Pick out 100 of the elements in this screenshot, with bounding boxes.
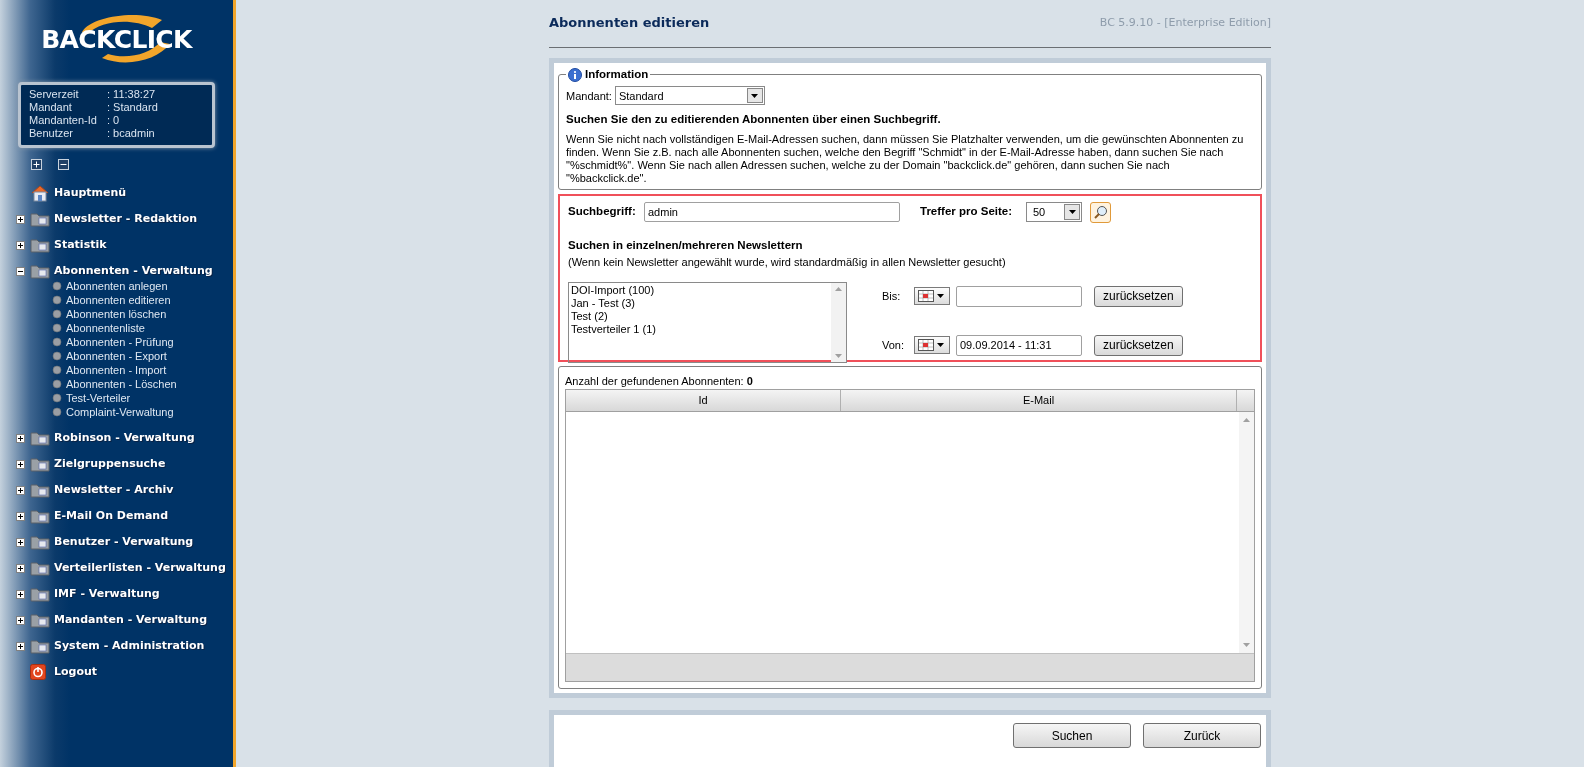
expand-icon[interactable] <box>16 537 25 547</box>
expand-icon[interactable] <box>16 511 25 521</box>
field-label: Von: <box>882 338 906 353</box>
per-page-select[interactable]: 50 <box>1026 202 1082 222</box>
expand-icon[interactable] <box>16 589 25 599</box>
menu-item[interactable]: Newsletter - Redaktion <box>54 210 198 228</box>
menu-item[interactable]: E-Mail On Demand <box>54 507 168 525</box>
bullet-icon <box>52 281 62 291</box>
info-label: Mandanten-Id <box>29 114 98 127</box>
search-field[interactable]: admin <box>644 202 900 222</box>
dropdown-button[interactable] <box>746 88 763 104</box>
newsletter-list[interactable]: DOI-Import (100) Jan - Test (3) Test (2) Testverteiler 1 (1) <box>568 282 847 364</box>
folder-icon <box>30 612 50 628</box>
legend-text: Information <box>585 67 649 82</box>
newsletter-hint: (Wenn kein Newsletter angewählt wurde, wird standardmäßig in allen Newsletter gesucht) <box>568 254 1007 270</box>
menu-item[interactable]: Hauptmenü <box>54 184 127 202</box>
menu-item[interactable]: Zielgruppensuche <box>54 455 166 473</box>
expand-icon[interactable] <box>16 615 25 625</box>
logo: BACKCLICK <box>31 10 202 70</box>
menu-item[interactable]: Verteilerlisten - Verwaltung <box>54 559 226 577</box>
info-icon <box>568 67 582 82</box>
bullet-icon <box>52 379 62 389</box>
folder-icon <box>30 211 50 227</box>
menu-item[interactable]: Mandanten - Verwaltung <box>54 611 208 629</box>
folder-icon <box>30 560 50 576</box>
search-icon <box>1093 204 1108 220</box>
caret-icon <box>750 92 760 99</box>
menu-item[interactable]: Statistik <box>54 236 107 254</box>
menu-item[interactable]: IMF - Verwaltung <box>54 585 160 603</box>
column-header[interactable]: E-Mail <box>841 390 1237 411</box>
calendar-icon <box>918 339 934 352</box>
bullet-icon <box>52 393 62 403</box>
folder-icon <box>30 482 50 498</box>
action-button[interactable]: Zurück <box>1143 723 1261 748</box>
bullet-icon <box>52 407 62 417</box>
collapse-all-icon[interactable] <box>58 158 69 170</box>
folder-icon <box>30 638 50 654</box>
info-label: Mandant <box>29 101 73 114</box>
caret-icon <box>1067 209 1077 215</box>
list-option[interactable]: Jan - Test (3) <box>571 297 831 311</box>
expand-icon[interactable] <box>16 214 25 224</box>
result-count: Anzahl der gefundenen Abonnenten: 0 <box>565 373 754 389</box>
expand-icon[interactable] <box>16 563 25 573</box>
reset-button[interactable]: zurücksetzen <box>1094 334 1183 356</box>
version-text: BC 5.9.10 - [Enterprise Edition] <box>1099 15 1271 31</box>
field-label: Mandant: <box>566 88 612 104</box>
reset-button[interactable]: zurücksetzen <box>1094 285 1183 307</box>
folder-icon <box>30 586 50 602</box>
bullet-icon <box>52 323 62 333</box>
expand-icon[interactable] <box>16 433 25 443</box>
folder-icon <box>30 237 50 253</box>
field-label: Treffer pro Seite: <box>920 204 1014 220</box>
collapse-icon[interactable] <box>16 266 25 276</box>
expand-all-icon[interactable] <box>31 158 42 170</box>
newsletter-heading: Suchen in einzelnen/mehreren Newslettern <box>568 237 804 253</box>
expand-icon[interactable] <box>16 459 25 469</box>
field-label: Bis: <box>882 289 902 304</box>
expand-icon[interactable] <box>16 641 25 651</box>
home-icon <box>30 184 50 202</box>
menu-item[interactable]: Newsletter - Archiv <box>54 481 174 499</box>
caret-icon <box>936 293 945 300</box>
menu-item[interactable]: Abonnenten - Verwaltung <box>54 262 213 280</box>
list-option[interactable]: Test (2) <box>571 310 831 324</box>
folder-icon <box>30 534 50 550</box>
bullet-icon <box>52 365 62 375</box>
caret-icon <box>936 342 945 349</box>
bullet-icon <box>52 309 62 319</box>
power-icon <box>30 664 46 680</box>
bullet-icon <box>52 351 62 361</box>
menu-item[interactable]: Benutzer - Verwaltung <box>54 533 194 551</box>
menu-item[interactable]: Logout <box>54 663 98 681</box>
calendar-picker[interactable] <box>914 287 950 306</box>
dropdown-button[interactable] <box>1064 204 1080 220</box>
list-option[interactable]: DOI-Import (100) <box>571 284 831 298</box>
bullet-icon <box>52 295 62 305</box>
menu-item[interactable]: Robinson - Verwaltung <box>54 429 195 447</box>
folder-icon <box>30 263 50 279</box>
info-label: Serverzeit <box>29 88 80 101</box>
expand-icon[interactable] <box>16 240 25 250</box>
expand-icon[interactable] <box>16 485 25 495</box>
mandant-select[interactable]: Standard <box>614 86 765 106</box>
column-header[interactable]: Id <box>566 390 841 411</box>
action-button[interactable]: Suchen <box>1013 723 1131 748</box>
help-text: Wenn Sie nicht nach vollständigen E-Mail-Adressen suchen, dann müssen Sie Platzhalter verwenden, um die gewünschten Abonnenten zu finden. Wenn Sie z.B. nach alle Abonnenten suchen, welche den Begriff "Schmidt" in der E-Mail-Adresse haben, dann suchen Sie nach "%schmidt%". Wenn Sie nach allen Adressen suchen, welche zu der Domain "backclick.de" gehören, dann suchen Sie nach "%backclick.de". <box>566 132 1245 185</box>
folder-icon <box>30 430 50 446</box>
date-field[interactable]: 09.09.2014 - 11:31 <box>956 334 1082 356</box>
info-value: : 11:38:27 <box>107 88 156 101</box>
calendar-picker[interactable] <box>914 336 950 355</box>
folder-icon <box>30 508 50 524</box>
field-label: Suchbegriff: <box>568 204 637 220</box>
bullet-icon <box>52 337 62 347</box>
calendar-icon <box>918 290 934 303</box>
search-heading: Suchen Sie den zu editierenden Abonnenten über einen Suchbegriff. <box>566 112 942 128</box>
list-option[interactable]: Testverteiler 1 (1) <box>571 323 831 337</box>
date-field[interactable] <box>956 285 1082 307</box>
menu-item[interactable]: System - Administration <box>54 637 205 655</box>
info-label: Benutzer <box>29 127 75 140</box>
search-icon-button[interactable] <box>1090 201 1111 223</box>
info-value: : Standard <box>107 101 158 114</box>
page-title: Abonnenten editieren <box>549 14 710 32</box>
